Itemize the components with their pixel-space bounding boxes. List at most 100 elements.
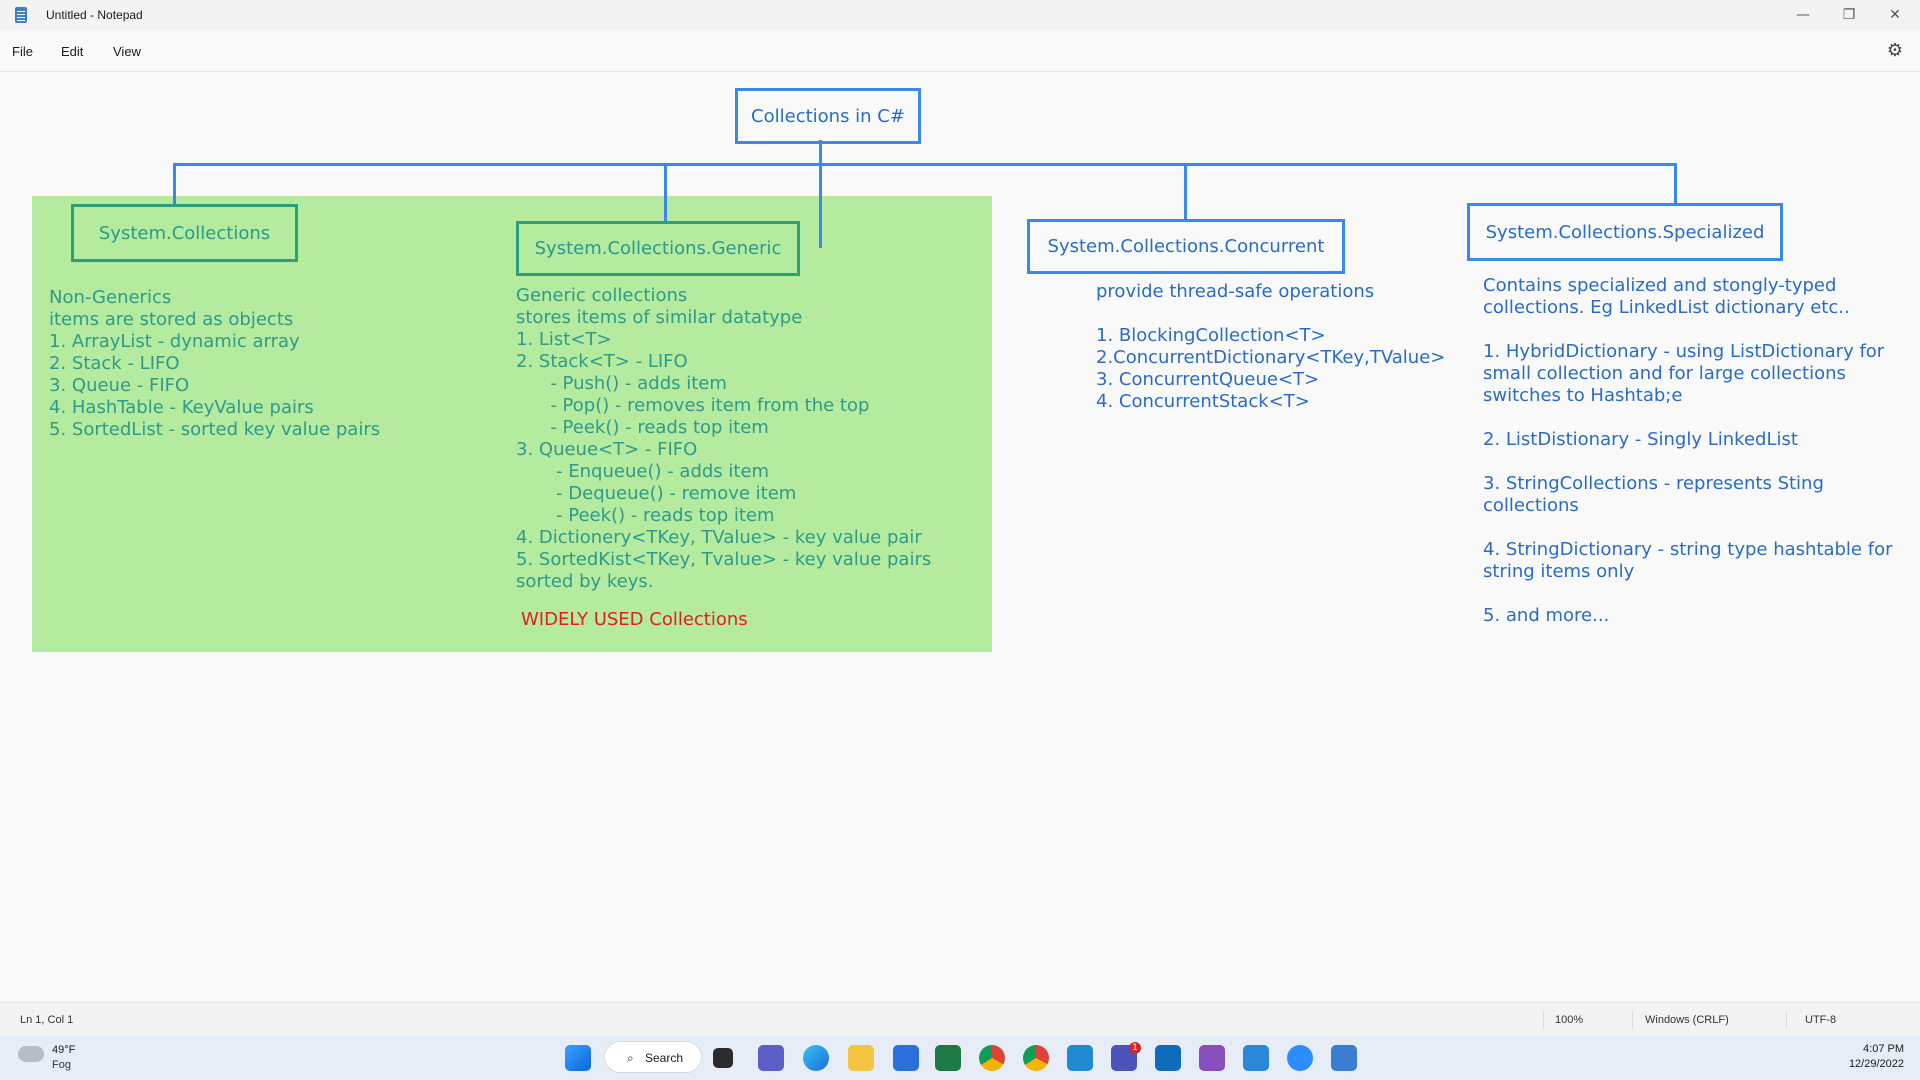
vscode-icon[interactable] <box>1067 1045 1093 1071</box>
text-line: 4. HashTable - KeyValue pairs <box>49 397 314 418</box>
weather-temperature[interactable]: 49°F <box>52 1044 75 1056</box>
root-label: Collections in C# <box>751 105 905 127</box>
zoom-icon[interactable] <box>1287 1045 1313 1071</box>
menu-view[interactable]: View <box>113 44 141 59</box>
text-line: 5. SortedKist<TKey, Tvalue> - key value … <box>516 549 932 570</box>
connector-horizontal <box>173 163 1677 166</box>
collections-label: System.Collections <box>98 222 271 244</box>
status-divider <box>1543 1011 1544 1029</box>
chrome-icon[interactable] <box>979 1045 1005 1071</box>
text-line: 5. SortedList - sorted key value pairs <box>49 419 381 440</box>
text-line: items are stored as objects <box>49 309 294 330</box>
text-line <box>1483 583 1892 605</box>
text-line: switches to Hashtab;e <box>1483 385 1683 406</box>
notepad-icon <box>15 7 27 23</box>
status-bar: Ln 1, Col 1 100% Windows (CRLF) UTF-8 <box>0 1002 1920 1037</box>
text-line <box>1483 319 1892 341</box>
start-icon[interactable] <box>565 1045 591 1071</box>
encoding[interactable]: UTF-8 <box>1805 1014 1836 1026</box>
search-box[interactable]: ⌕ Search <box>604 1041 702 1073</box>
generic-label: System.Collections.Generic <box>534 238 782 259</box>
connector-concurrent <box>1184 163 1187 220</box>
text-line: Non-Generics <box>49 287 172 308</box>
text-line: 2. Stack<T> - LIFO <box>516 351 688 372</box>
editor-canvas[interactable]: Collections in C# System.Collections Sys… <box>0 72 1920 1002</box>
text-line: - Peek() - reads top item <box>516 505 775 526</box>
chrome-profile-icon[interactable] <box>1023 1045 1049 1071</box>
text-line: Contains specialized and stongly-typed <box>1483 275 1837 296</box>
text-line: 2.ConcurrentDictionary<TKey,TValue> <box>1096 347 1446 368</box>
text-line: 4. StringDictionary - string type hashta… <box>1483 539 1893 560</box>
taskbar: 49°F Fog ⌕ Search 1 4:07 PM 12/29/2022 <box>0 1036 1920 1080</box>
status-divider <box>1632 1011 1633 1029</box>
text-line: collections. Eg LinkedList dictionary et… <box>1483 297 1850 318</box>
search-label: Search <box>645 1051 684 1065</box>
clock-date[interactable]: 12/29/2022 <box>1849 1058 1904 1070</box>
text-line: - Pop() - removes item from the top <box>516 395 870 416</box>
outlook-icon[interactable] <box>1155 1045 1181 1071</box>
text-line <box>1483 451 1892 473</box>
clock-time[interactable]: 4:07 PM <box>1863 1043 1904 1055</box>
restore-button[interactable]: ❐ <box>1826 0 1872 30</box>
teams-notification-badge: 1 <box>1129 1042 1141 1054</box>
text-line: Generic collections <box>516 285 688 306</box>
file-explorer-icon[interactable] <box>848 1045 874 1071</box>
search-icon: ⌕ <box>627 1051 634 1065</box>
zoom-level[interactable]: 100% <box>1555 1014 1583 1026</box>
text-line: 4. ConcurrentStack<T> <box>1096 391 1310 412</box>
root-node: Collections in C# <box>735 88 921 144</box>
line-ending[interactable]: Windows (CRLF) <box>1645 1014 1729 1026</box>
menu-file[interactable]: File <box>12 44 33 59</box>
collections-node: System.Collections <box>71 204 298 262</box>
text-line: - Peek() - reads top item <box>516 417 769 438</box>
minimize-button[interactable]: — <box>1780 0 1826 30</box>
menu-bar: File Edit View <box>0 36 1920 68</box>
close-button[interactable]: ✕ <box>1872 0 1918 30</box>
cloud-icon[interactable] <box>18 1046 44 1062</box>
visual-studio-icon[interactable] <box>1199 1045 1225 1071</box>
text-line: - Dequeue() - remove item <box>516 483 797 504</box>
text-line: - Enqueue() - adds item <box>516 461 770 482</box>
text-line: small collection and for large collectio… <box>1483 363 1846 384</box>
connector-specialized <box>1674 163 1677 204</box>
text-line: sorted by keys. <box>516 571 654 592</box>
concurrent-node: System.Collections.Concurrent <box>1027 219 1345 274</box>
text-line: 3. Queue - FIFO <box>49 375 190 396</box>
generic-node: System.Collections.Generic <box>516 221 800 276</box>
gear-icon[interactable]: ⚙ <box>1886 42 1904 60</box>
window-title: Untitled - Notepad <box>46 8 143 22</box>
task-view-icon[interactable] <box>713 1048 733 1068</box>
text-line <box>1096 303 1445 325</box>
text-line <box>1483 517 1892 539</box>
connector-generic <box>664 163 667 223</box>
edge-icon[interactable] <box>803 1045 829 1071</box>
cursor-position: Ln 1, Col 1 <box>20 1014 74 1026</box>
notepad-taskbar-icon[interactable] <box>1331 1045 1357 1071</box>
store-icon[interactable] <box>893 1045 919 1071</box>
text-line: - Push() - adds item <box>516 373 727 394</box>
generic-description: Generic collections stores items of simil… <box>516 285 931 593</box>
text-line: string items only <box>1483 561 1635 582</box>
text-line: 3. StringCollections - represents Sting <box>1483 473 1824 494</box>
concurrent-label: System.Collections.Concurrent <box>1047 236 1325 257</box>
text-line: 1. ArrayList - dynamic array <box>49 331 300 352</box>
concurrent-description: provide thread-safe operations 1. Blockin… <box>1096 281 1445 413</box>
text-line: 3. Queue<T> - FIFO <box>516 439 698 460</box>
specialized-description: Contains specialized and stongly-typed co… <box>1483 275 1892 627</box>
text-line: provide thread-safe operations <box>1096 281 1375 302</box>
text-line: stores items of similar datatype <box>516 307 803 328</box>
text-line: 4. Dictionery<TKey, TValue> - key value … <box>516 527 922 548</box>
weather-description[interactable]: Fog <box>52 1059 71 1071</box>
excel-icon[interactable] <box>935 1045 961 1071</box>
connector-collections <box>173 163 176 205</box>
snipping-tool-icon[interactable] <box>1243 1045 1269 1071</box>
text-line: collections <box>1483 495 1579 516</box>
status-divider <box>1786 1011 1787 1029</box>
collections-description: Non-Generics items are stored as objects 1… <box>49 287 380 441</box>
chat-icon[interactable] <box>758 1045 784 1071</box>
menu-edit[interactable]: Edit <box>61 44 83 59</box>
text-line: 5. and more... <box>1483 605 1610 626</box>
text-line: 2. ListDistionary - Singly LinkedList <box>1483 429 1798 450</box>
specialized-label: System.Collections.Specialized <box>1485 221 1765 243</box>
text-line: 1. BlockingCollection<T> <box>1096 325 1326 346</box>
